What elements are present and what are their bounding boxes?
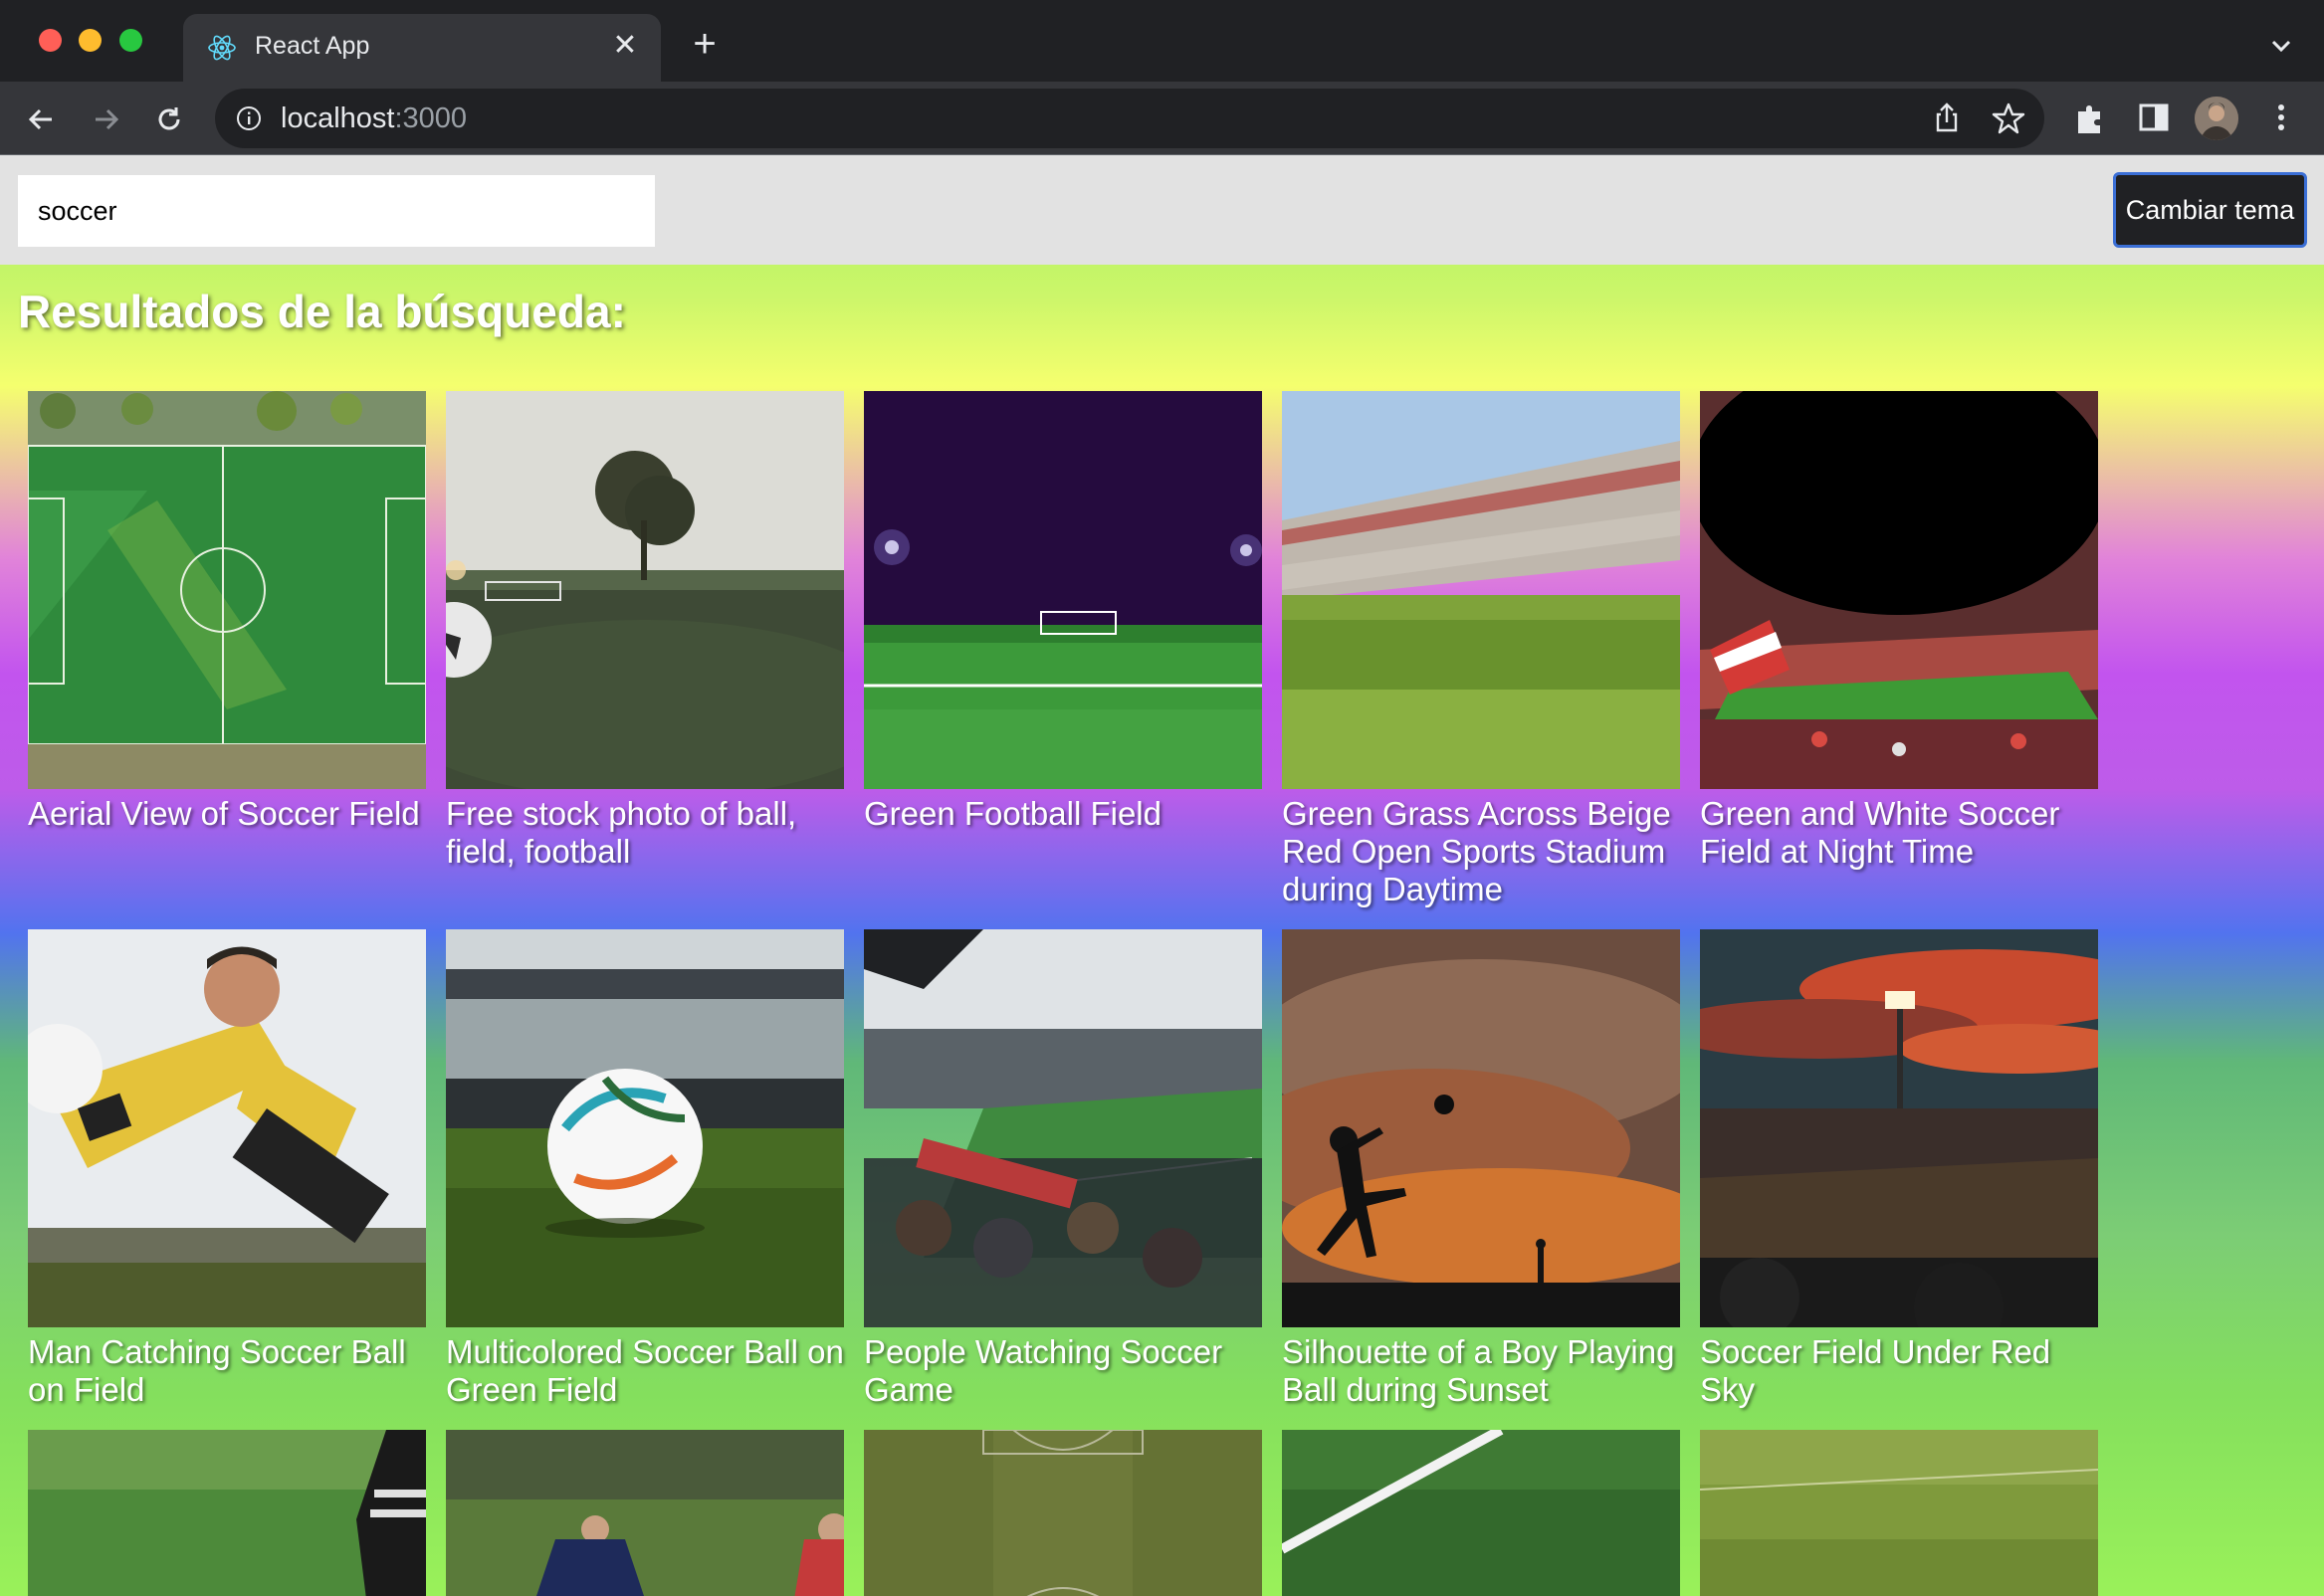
result-title: Aerial View of Soccer Field (28, 795, 420, 832)
result-card[interactable] (1282, 1430, 1680, 1596)
browser-tab[interactable]: React App ✕ (183, 14, 661, 82)
profile-picture (2195, 97, 2238, 140)
window-minimize-button[interactable] (79, 29, 102, 52)
result-photo[interactable] (28, 1430, 426, 1596)
result-photo[interactable] (1700, 929, 2098, 1327)
app-page: Cambiar tema Resultados de la búsqueda: … (0, 155, 2324, 1596)
search-bar: Cambiar tema (0, 155, 2324, 265)
window-close-button[interactable] (39, 29, 62, 52)
result-photo[interactable] (864, 1430, 1262, 1596)
change-theme-button[interactable]: Cambiar tema (2113, 172, 2307, 248)
result-card[interactable]: Man Catching Soccer Ball on Field (28, 929, 426, 1409)
result-card[interactable]: People Watching Soccer Game (864, 929, 1262, 1409)
extensions-icon[interactable] (2070, 98, 2110, 137)
result-photo[interactable] (1282, 391, 1680, 789)
result-photo[interactable] (1282, 929, 1680, 1327)
forward-arrow-icon[interactable] (84, 98, 127, 141)
reload-icon[interactable] (147, 98, 191, 141)
side-panel-icon[interactable] (2134, 98, 2174, 137)
tab-strip: React App ✕ + (0, 0, 2324, 82)
kebab-menu-icon[interactable] (2261, 98, 2301, 137)
results-heading: Resultados de la búsqueda: (18, 286, 626, 337)
result-title: People Watching Soccer Game (864, 1333, 1223, 1408)
avatar[interactable] (2195, 97, 2238, 140)
info-icon[interactable] (235, 104, 263, 132)
result-card[interactable]: Aerial View of Soccer Field (28, 391, 426, 833)
result-photo[interactable] (1700, 1430, 2098, 1596)
result-title: Multicolored Soccer Ball on Green Field (446, 1333, 844, 1408)
result-card[interactable] (28, 1430, 426, 1596)
tab-title: React App (255, 32, 370, 60)
result-card[interactable]: Green Grass Across Beige Red Open Sports… (1282, 391, 1680, 908)
plus-icon[interactable]: + (685, 24, 725, 64)
share-icon[interactable] (1929, 100, 1965, 136)
result-title: Man Catching Soccer Ball on Field (28, 1333, 406, 1408)
result-title: Silhouette of a Boy Playing Ball during … (1282, 1333, 1675, 1408)
result-card[interactable]: Green Football Field (864, 391, 1262, 833)
result-card[interactable]: Free stock photo of ball, field, footbal… (446, 391, 844, 871)
result-photo[interactable] (28, 391, 426, 789)
close-icon[interactable]: ✕ (607, 28, 643, 64)
url-text: localhost:3000 (281, 102, 467, 135)
result-photo[interactable] (28, 929, 426, 1327)
result-title: Green and White Soccer Field at Night Ti… (1700, 795, 2060, 870)
back-arrow-icon[interactable] (20, 98, 64, 141)
result-photo[interactable] (864, 929, 1262, 1327)
star-icon[interactable] (1991, 100, 2026, 136)
result-card[interactable] (1700, 1430, 2098, 1596)
address-bar[interactable]: localhost:3000 (215, 89, 2044, 148)
result-card[interactable] (446, 1430, 844, 1596)
browser-toolbar: localhost:3000 (0, 82, 2324, 155)
result-photo[interactable] (446, 391, 844, 789)
url-port: :3000 (394, 102, 468, 134)
chevron-down-icon[interactable] (2261, 26, 2301, 66)
result-photo[interactable] (1282, 1430, 1680, 1596)
result-card[interactable]: Silhouette of a Boy Playing Ball during … (1282, 929, 1680, 1409)
result-photo[interactable] (1700, 391, 2098, 789)
search-input[interactable] (18, 175, 655, 247)
result-title: Soccer Field Under Red Sky (1700, 1333, 2051, 1408)
window-zoom-button[interactable] (119, 29, 142, 52)
result-card[interactable]: Soccer Field Under Red Sky (1700, 929, 2098, 1409)
result-card[interactable] (864, 1430, 1262, 1596)
result-photo[interactable] (446, 929, 844, 1327)
result-card[interactable]: Multicolored Soccer Ball on Green Field (446, 929, 844, 1409)
result-title: Green Grass Across Beige Red Open Sports… (1282, 795, 1671, 907)
react-logo-icon (208, 35, 236, 61)
result-card[interactable]: Green and White Soccer Field at Night Ti… (1700, 391, 2098, 871)
result-title: Green Football Field (864, 795, 1162, 832)
result-title: Free stock photo of ball, field, footbal… (446, 795, 797, 870)
url-host: localhost (281, 102, 395, 134)
result-photo[interactable] (864, 391, 1262, 789)
result-photo[interactable] (446, 1430, 844, 1596)
